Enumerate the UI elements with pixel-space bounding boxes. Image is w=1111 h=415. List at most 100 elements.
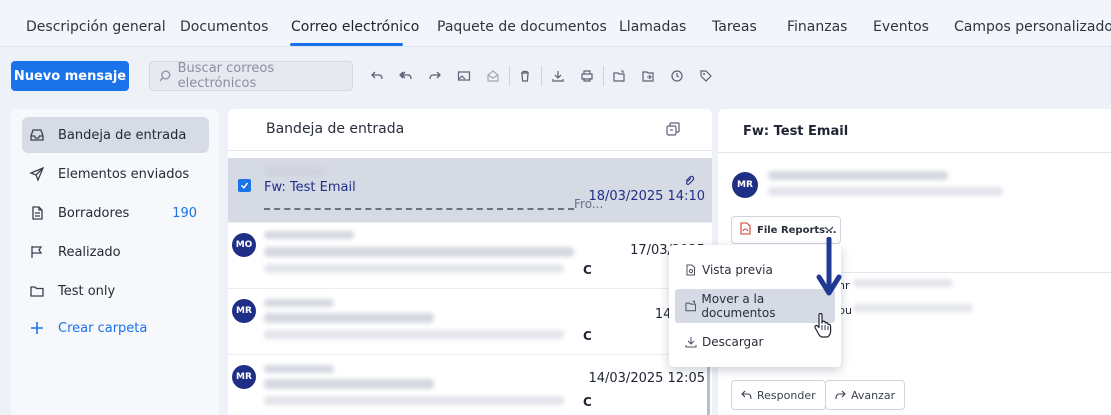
email-date: 18/03/2025 14:10 [588, 189, 705, 204]
new-message-button[interactable]: Nuevo mensaje [11, 61, 129, 91]
blurred-subject [264, 379, 434, 389]
tab-calls[interactable]: Llamadas [619, 19, 686, 35]
mark-read-icon[interactable] [484, 67, 502, 85]
reply-button[interactable]: Responder [731, 380, 826, 410]
collapse-icon[interactable] [665, 121, 681, 141]
forward-icon [835, 390, 846, 400]
tab-document-package[interactable]: Paquete de documentos [437, 19, 607, 35]
menu-item-label: Vista previa [702, 263, 773, 277]
blurred-sender [264, 365, 334, 373]
folder-label: Test only [58, 283, 116, 299]
forward-button[interactable]: Avanzar [825, 380, 906, 410]
email-list: Bandeja de entrada Fw: Test Email 18/03/… [228, 109, 712, 415]
email-row-selected[interactable]: Fw: Test Email 18/03/2025 14:10 Fro... [228, 158, 712, 223]
menu-item-label: Descargar [702, 335, 764, 349]
email-list-header: Bandeja de entrada [228, 109, 712, 151]
folder-label: Realizado [58, 244, 121, 260]
avatar: MR [232, 299, 256, 323]
sender-avatar: MR [732, 172, 758, 198]
move-to-documents-icon [685, 300, 696, 312]
menu-item-download[interactable]: Descargar [675, 325, 835, 359]
flag-icon [28, 243, 46, 261]
mark-image-icon[interactable] [455, 67, 473, 85]
forward-icon[interactable] [426, 67, 444, 85]
blurred-sender [264, 167, 326, 176]
folder-panel: Bandeja de entrada Elementos enviados Bo… [11, 109, 219, 415]
create-folder-button[interactable]: Crear carpeta [22, 310, 209, 346]
reply-icon[interactable] [368, 67, 386, 85]
menu-item-preview[interactable]: Vista previa [675, 253, 835, 287]
tab-tasks[interactable]: Tareas [712, 19, 757, 35]
reply-icon [741, 390, 752, 400]
email-subject: Fw: Test Email [264, 180, 356, 195]
email-list-title: Bandeja de entrada [266, 121, 405, 137]
tab-custom-fields[interactable]: Campos personalizados [954, 19, 1111, 35]
folder-test-only[interactable]: Test only [22, 273, 209, 309]
blurred-snippet [264, 264, 564, 273]
print-icon[interactable] [578, 67, 596, 85]
search-placeholder: Buscar correos electrónicos [177, 61, 275, 91]
folder-inbox[interactable]: Bandeja de entrada [22, 117, 209, 153]
email-row[interactable]: MR 14/03/2 C [228, 289, 712, 355]
download-icon [685, 337, 697, 348]
blurred-sender-address [768, 171, 948, 180]
snooze-clock-icon[interactable] [668, 67, 686, 85]
folder-done[interactable]: Realizado [22, 234, 209, 270]
blurred-sender [264, 231, 354, 239]
blurred-subject [264, 247, 574, 257]
menu-item-move-to-documents[interactable]: Mover a la documentos [675, 289, 835, 323]
tab-finance[interactable]: Finanzas [787, 19, 847, 35]
email-date: 14/03/2025 12:05 [588, 371, 705, 386]
hand-cursor-icon [814, 313, 832, 338]
download-icon[interactable] [549, 67, 567, 85]
blurred-snippet [264, 396, 564, 405]
reply-all-icon[interactable] [397, 67, 415, 85]
tag-icon[interactable] [697, 67, 715, 85]
search-input[interactable]: Buscar correos electrónicos [149, 61, 353, 91]
email-snippet-tail: C [583, 395, 592, 409]
tab-email[interactable]: Correo electrónico [291, 19, 419, 35]
folder-label: Elementos enviados [58, 166, 190, 182]
send-icon [28, 165, 46, 183]
forward-label: Avanzar [851, 388, 896, 402]
active-tab-indicator [290, 43, 403, 46]
folder-label: Bandeja de entrada [58, 127, 187, 143]
preview-header: Fw: Test Email [718, 109, 1111, 153]
folder-label: Borradores [58, 205, 130, 221]
email-snippet: Fro... [574, 197, 604, 211]
preview-icon [686, 264, 695, 276]
move-folder-icon[interactable] [639, 67, 657, 85]
toolbar-divider [509, 66, 510, 86]
divider-dashes [264, 208, 574, 210]
create-folder-label: Crear carpeta [58, 320, 148, 336]
reply-label: Responder [757, 388, 816, 402]
tab-events[interactable]: Eventos [873, 19, 929, 35]
search-icon [159, 70, 171, 82]
move-to-documents-icon[interactable] [610, 67, 628, 85]
chevron-down-icon[interactable] [824, 225, 834, 236]
document-icon [28, 204, 46, 222]
blurred-snippet [264, 330, 564, 339]
delete-icon[interactable] [516, 67, 534, 85]
email-snippet-tail: C [583, 263, 592, 277]
blurred-body-line [853, 279, 953, 287]
row-checkbox[interactable] [238, 179, 251, 192]
email-snippet-tail: C [583, 329, 592, 343]
blurred-recipients [768, 187, 1003, 196]
folder-sent[interactable]: Elementos enviados [22, 156, 209, 192]
plus-icon [28, 319, 46, 337]
blurred-body-line [853, 304, 973, 312]
folder-drafts[interactable]: Borradores 190 [22, 195, 209, 231]
toolbar-divider [603, 66, 604, 86]
tab-documents[interactable]: Documentos [180, 19, 268, 35]
toolbar-divider [541, 66, 542, 86]
inbox-icon [28, 126, 46, 144]
drafts-count-badge: 190 [172, 205, 197, 221]
tab-overview[interactable]: Descripción general [26, 19, 166, 35]
blurred-sender [264, 299, 334, 307]
email-row[interactable]: MO 17/03/2025 C [228, 223, 712, 289]
preview-subject: Fw: Test Email [743, 124, 849, 139]
avatar: MR [232, 365, 256, 389]
email-row[interactable]: MR 14/03/2025 12:05 C [228, 355, 712, 415]
down-arrow-annotation [816, 237, 842, 296]
